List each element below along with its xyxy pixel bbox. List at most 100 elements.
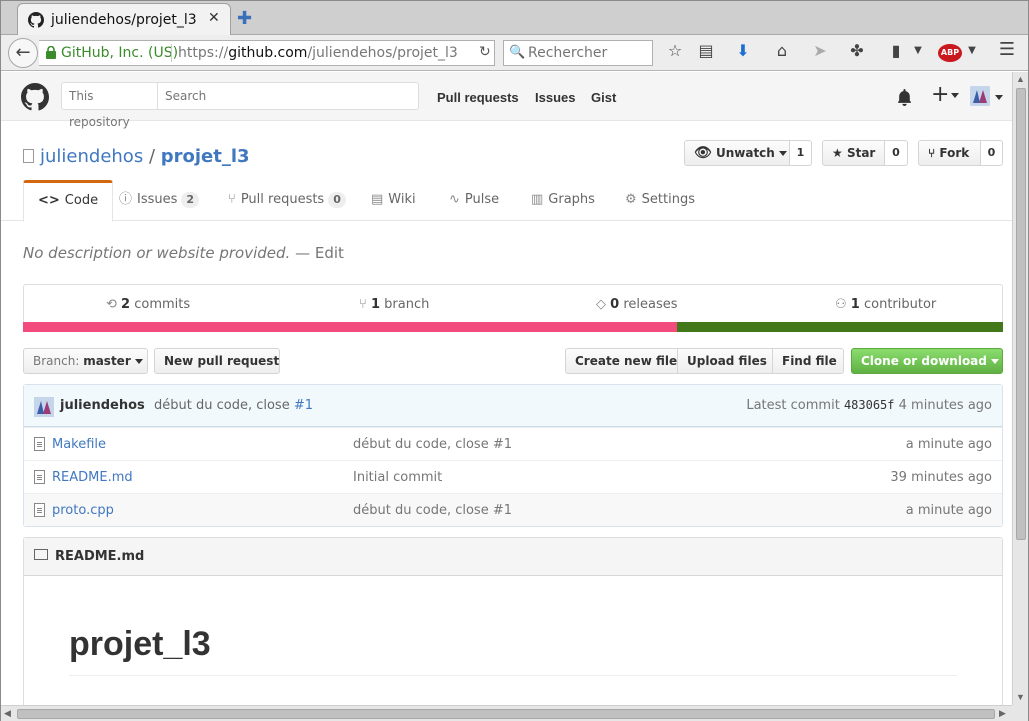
readme-header: README.md [24, 538, 1002, 576]
issues-counter: 2 [181, 192, 200, 208]
hamburger-menu-icon[interactable]: ☰ [996, 39, 1018, 60]
adblock-menu-icon[interactable]: ▼ [961, 45, 983, 56]
create-new-icon[interactable]: + [931, 82, 960, 107]
tab-pulse[interactable]: ∿ Pulse [449, 180, 499, 221]
pull-request-icon: ⑂ [228, 192, 236, 207]
scroll-up-icon[interactable]: ▲ [1016, 74, 1025, 84]
clone-label: Clone or download [861, 354, 987, 368]
site-identity[interactable]: GitHub, Inc. (US) [61, 45, 178, 61]
language-segment[interactable] [676, 322, 1003, 332]
clipboard-icon[interactable]: ▮ [885, 41, 907, 60]
commit-message-text[interactable]: début du code, close [154, 398, 290, 413]
send-icon[interactable]: ➤ [809, 41, 831, 60]
star-button[interactable]: ★ Star [822, 140, 885, 166]
repo-owner-link[interactable]: juliendehos [40, 146, 143, 167]
adblock-icon[interactable]: ABP [938, 44, 962, 62]
unwatch-button[interactable]: 👁 Unwatch [684, 140, 790, 166]
github-header: This repository Pull requests Issues Gis… [1, 72, 1012, 129]
branch-name: master [83, 354, 131, 368]
url-bar[interactable]: GitHub, Inc. (US) https://github.com/jul… [39, 40, 495, 66]
avatar[interactable] [970, 86, 990, 106]
bookmark-star-icon[interactable]: ☆ [664, 41, 686, 60]
description-separator: — [295, 244, 311, 262]
downloads-icon[interactable]: ⬇ [732, 41, 754, 60]
commit-sha-link[interactable]: 483065f [844, 398, 895, 412]
gear-icon: ⚙ [625, 192, 637, 207]
file-commit-message[interactable]: début du code, close #1 [353, 503, 512, 518]
history-icon: ⟲ [106, 297, 117, 312]
home-icon[interactable]: ⌂ [771, 41, 793, 60]
search-input[interactable] [165, 87, 405, 105]
clone-or-download-button[interactable]: Clone or download [851, 348, 1003, 374]
tab-wiki[interactable]: ▤ Wiki [371, 180, 416, 221]
upload-files-button[interactable]: Upload files [677, 348, 773, 374]
branch-select-button[interactable]: Branch: master [23, 348, 148, 374]
tab-graphs[interactable]: ▥ Graphs [531, 180, 595, 221]
nav-issues[interactable]: Issues [535, 90, 575, 105]
page-viewport: This repository Pull requests Issues Gis… [1, 72, 1012, 705]
commit-author[interactable]: juliendehos [60, 398, 145, 413]
latest-commit-bar: juliendehos début du code, close #1 Late… [24, 385, 1002, 427]
nav-gist[interactable]: Gist [591, 90, 616, 105]
releases-link[interactable]: ◇ 0 releases [596, 297, 678, 312]
repo-name-link[interactable]: projet_l3 [161, 146, 250, 167]
reload-icon[interactable]: ↻ [479, 44, 491, 60]
create-new-file-button[interactable]: Create new file [565, 348, 678, 374]
tab-issues[interactable]: ⓘ Issues 2 [119, 180, 200, 221]
find-file-button[interactable]: Find file [772, 348, 844, 374]
language-segment[interactable] [23, 322, 677, 332]
new-pull-request-button[interactable]: New pull request [154, 348, 280, 374]
tab-code[interactable]: <> Code [23, 180, 114, 222]
file-name-link[interactable]: README.md [52, 470, 133, 485]
github-logo-icon[interactable] [21, 83, 49, 111]
edit-description-link[interactable]: Edit [315, 244, 344, 262]
notifications-bell-icon[interactable] [897, 89, 912, 106]
issue-reference-link[interactable]: #1 [294, 398, 313, 413]
lock-icon [46, 46, 56, 59]
tab-wiki-label: Wiki [388, 192, 416, 207]
tab-graphs-label: Graphs [548, 192, 595, 207]
browser-search-box[interactable]: 🔍 [503, 40, 653, 66]
url-text[interactable]: https://github.com/juliendehos/projet_l3 [178, 45, 458, 61]
chevron-down-icon [991, 359, 1000, 364]
repo-tabs: <> Code ⓘ Issues 2 ⑂ Pull requests 0 ▤ Wiki ∿ P… [1, 180, 1012, 222]
tab-settings[interactable]: ⚙ Settings [625, 180, 695, 221]
chevron-down-icon[interactable] [995, 95, 1003, 100]
new-tab-icon[interactable]: ✚ [237, 8, 252, 29]
repo-separator: / [148, 146, 156, 167]
browser-tab[interactable]: juliendehos/projet_l3 ✕ [17, 3, 231, 36]
horizontal-scroll-thumb[interactable] [17, 709, 995, 719]
tab-pull-requests[interactable]: ⑂ Pull requests 0 [228, 180, 346, 221]
star-count[interactable]: 0 [885, 140, 908, 166]
avatar[interactable] [34, 397, 54, 417]
extension-icon[interactable]: ✤ [846, 41, 868, 60]
scroll-down-icon[interactable]: ▼ [1016, 692, 1025, 702]
close-tab-icon[interactable]: ✕ [208, 10, 220, 26]
clipboard-menu-icon[interactable]: ▼ [907, 45, 929, 56]
back-button-icon[interactable]: ← [8, 38, 38, 68]
contributors-link[interactable]: ⚇ 1 contributor [835, 297, 936, 312]
reading-list-icon[interactable]: ▤ [695, 41, 717, 60]
horizontal-scrollbar[interactable]: ◀ ▶ [1, 705, 1012, 721]
file-commit-message[interactable]: début du code, close #1 [353, 437, 512, 452]
browser-search-input[interactable] [528, 43, 648, 63]
language-bar[interactable] [23, 322, 1003, 332]
scroll-left-icon[interactable]: ◀ [4, 708, 11, 719]
fork-count[interactable]: 0 [981, 140, 1003, 166]
file-name-link[interactable]: proto.cpp [52, 503, 114, 518]
nav-pull-requests[interactable]: Pull requests [437, 90, 519, 105]
avatar-image [34, 397, 54, 417]
repo-search[interactable]: This repository [61, 82, 419, 129]
file-commit-message[interactable]: Initial commit [353, 470, 442, 485]
table-row: Makefile début du code, close #1 a minut… [24, 427, 1002, 460]
branches-link[interactable]: ⑂ 1 branch [359, 297, 429, 312]
scroll-right-icon[interactable]: ▶ [999, 708, 1006, 719]
vertical-scrollbar[interactable]: ▲ ▼ [1012, 72, 1028, 705]
watch-count[interactable]: 1 [790, 140, 812, 166]
commits-link[interactable]: ⟲ 2 commits [106, 297, 190, 312]
vertical-scroll-thumb[interactable] [1016, 88, 1026, 540]
github-favicon-icon [28, 12, 44, 28]
search-engine-icon[interactable]: 🔍 [509, 45, 525, 60]
file-name-link[interactable]: Makefile [52, 437, 106, 452]
fork-button[interactable]: ⑂ Fork [918, 140, 981, 166]
